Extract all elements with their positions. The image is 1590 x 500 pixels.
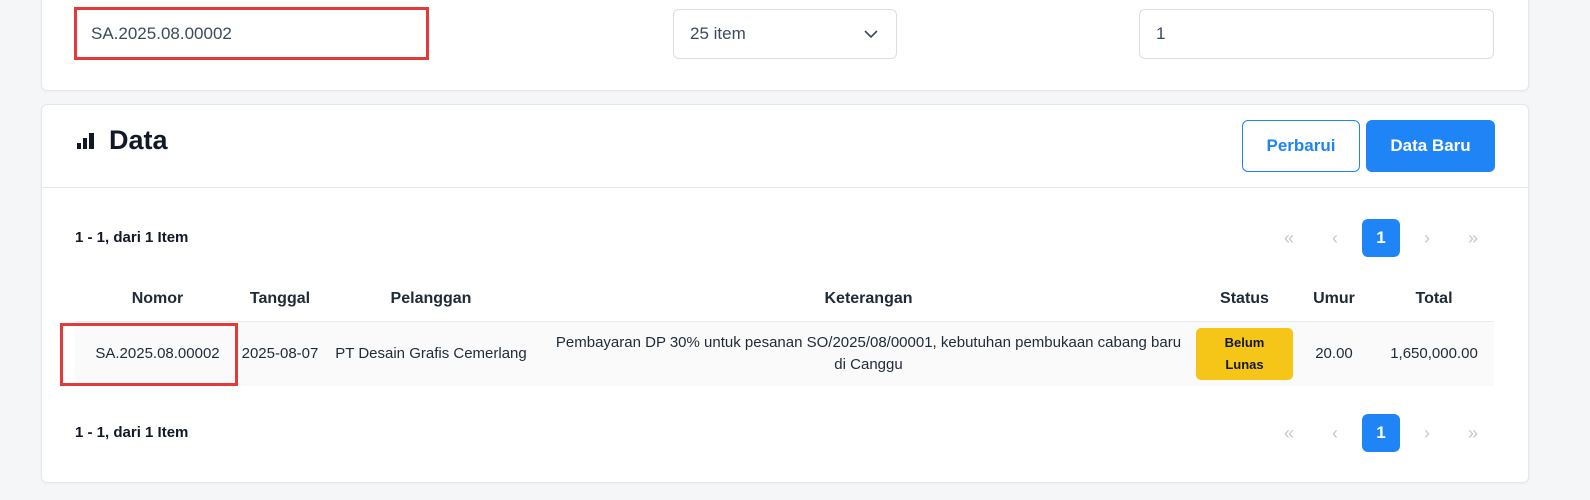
prev-page-button[interactable]: ‹ [1316, 414, 1354, 452]
pagination-top: « ‹ 1 › » [1270, 219, 1492, 257]
per-page-selected-value: 25 item [690, 24, 746, 43]
first-page-button[interactable]: « [1270, 219, 1308, 257]
data-title: Data [77, 125, 168, 156]
prev-page-button[interactable]: ‹ [1316, 219, 1354, 257]
search-input[interactable] [82, 14, 438, 53]
per-page-select[interactable]: 25 item [673, 9, 897, 59]
last-page-button[interactable]: » [1454, 414, 1492, 452]
status-badge: Belum Lunas [1196, 328, 1293, 380]
cell-umur: 20.00 [1294, 321, 1374, 386]
cell-nomor[interactable]: SA.2025.08.00002 [75, 321, 240, 386]
column-header-pelanggan[interactable]: Pelanggan [320, 276, 542, 322]
page-button-current[interactable]: 1 [1362, 219, 1400, 257]
first-page-button[interactable]: « [1270, 414, 1308, 452]
column-header-tanggal[interactable]: Tanggal [240, 276, 320, 322]
data-card-header: Data Perbarui Data Baru [42, 105, 1528, 188]
range-text-top: 1 - 1, dari 1 Item [75, 229, 189, 246]
refresh-button[interactable]: Perbarui [1242, 120, 1360, 172]
cell-keterangan: Pembayaran DP 30% untuk pesanan SO/2025/… [542, 321, 1195, 386]
cell-total: 1,650,000.00 [1374, 321, 1494, 386]
cell-tanggal: 2025-08-07 [240, 321, 320, 386]
data-table: Nomor Tanggal Pelanggan Keterangan Statu… [75, 276, 1494, 386]
next-page-button[interactable]: › [1408, 414, 1446, 452]
cell-status: Belum Lunas [1195, 321, 1294, 386]
last-page-button[interactable]: » [1454, 219, 1492, 257]
column-header-status[interactable]: Status [1195, 276, 1294, 322]
table-header-row: Nomor Tanggal Pelanggan Keterangan Statu… [75, 276, 1494, 322]
page-number-input[interactable] [1139, 9, 1494, 59]
table-row[interactable]: SA.2025.08.00002 2025-08-07 PT Desain Gr… [75, 321, 1494, 386]
next-page-button[interactable]: › [1408, 219, 1446, 257]
page-button-current[interactable]: 1 [1362, 414, 1400, 452]
bar-chart-icon [77, 125, 95, 156]
new-data-button[interactable]: Data Baru [1366, 120, 1495, 172]
range-text-bottom: 1 - 1, dari 1 Item [75, 424, 189, 441]
column-header-keterangan[interactable]: Keterangan [542, 276, 1195, 322]
pagination-bottom: « ‹ 1 › » [1270, 414, 1492, 452]
search-highlight-box [74, 7, 438, 60]
page-title: Data [109, 125, 168, 155]
column-header-total[interactable]: Total [1374, 276, 1494, 322]
chevron-down-icon [864, 24, 878, 44]
column-header-nomor[interactable]: Nomor [75, 276, 240, 322]
column-header-umur[interactable]: Umur [1294, 276, 1374, 322]
cell-pelanggan: PT Desain Grafis Cemerlang [320, 321, 542, 386]
